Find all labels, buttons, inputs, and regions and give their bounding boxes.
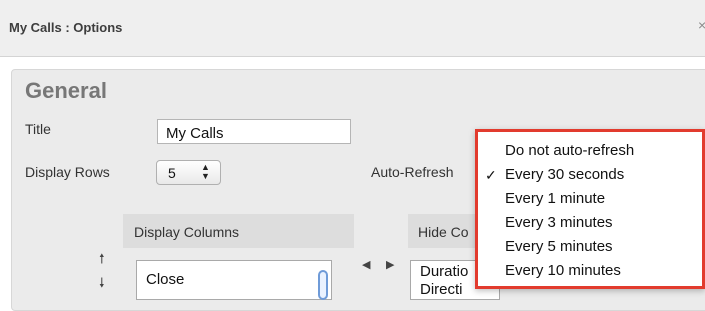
display-columns-title: Display Columns (134, 224, 240, 240)
dialog-titlebar: My Calls : Options × (0, 0, 705, 57)
arrow-down-icon[interactable]: 🠗 (99, 274, 105, 296)
chevron-updown-icon: ▲ ▼ (201, 162, 210, 181)
display-rows-value: 5 (168, 165, 176, 181)
arrow-left-icon[interactable]: ◀ (362, 258, 370, 271)
list-item[interactable]: Directi (420, 281, 463, 298)
title-input[interactable]: My Calls (157, 119, 351, 144)
auto-refresh-label: Auto-Refresh (371, 164, 454, 180)
hide-columns-title: Hide Co (418, 224, 469, 240)
close-icon[interactable]: × (698, 17, 705, 33)
title-label: Title (25, 121, 51, 137)
display-columns-header: Display Columns (123, 214, 354, 248)
auto-refresh-option[interactable]: Every 1 minute (505, 190, 605, 207)
scrollbar-thumb[interactable] (318, 270, 328, 300)
auto-refresh-option[interactable]: Every 10 minutes (505, 262, 621, 279)
display-columns-list[interactable]: Close (136, 260, 332, 300)
display-rows-label: Display Rows (25, 164, 110, 180)
display-rows-select[interactable]: 5 ▲ ▼ (156, 160, 221, 185)
auto-refresh-option[interactable]: Every 3 minutes (505, 214, 613, 231)
auto-refresh-option[interactable]: Do not auto-refresh (505, 142, 634, 159)
dialog-title: My Calls : Options (9, 20, 123, 35)
auto-refresh-dropdown[interactable]: Do not auto-refresh ✓ Every 30 seconds E… (475, 129, 705, 289)
auto-refresh-option[interactable]: Every 5 minutes (505, 238, 613, 255)
list-item[interactable]: Close (146, 271, 184, 288)
auto-refresh-option-selected[interactable]: Every 30 seconds (505, 166, 624, 183)
section-heading: General (25, 78, 107, 103)
arrow-up-icon[interactable]: 🠕 (99, 250, 105, 272)
arrow-right-icon[interactable]: ▶ (386, 258, 394, 271)
list-item[interactable]: Duratio (420, 263, 468, 280)
checkmark-icon: ✓ (485, 167, 497, 183)
